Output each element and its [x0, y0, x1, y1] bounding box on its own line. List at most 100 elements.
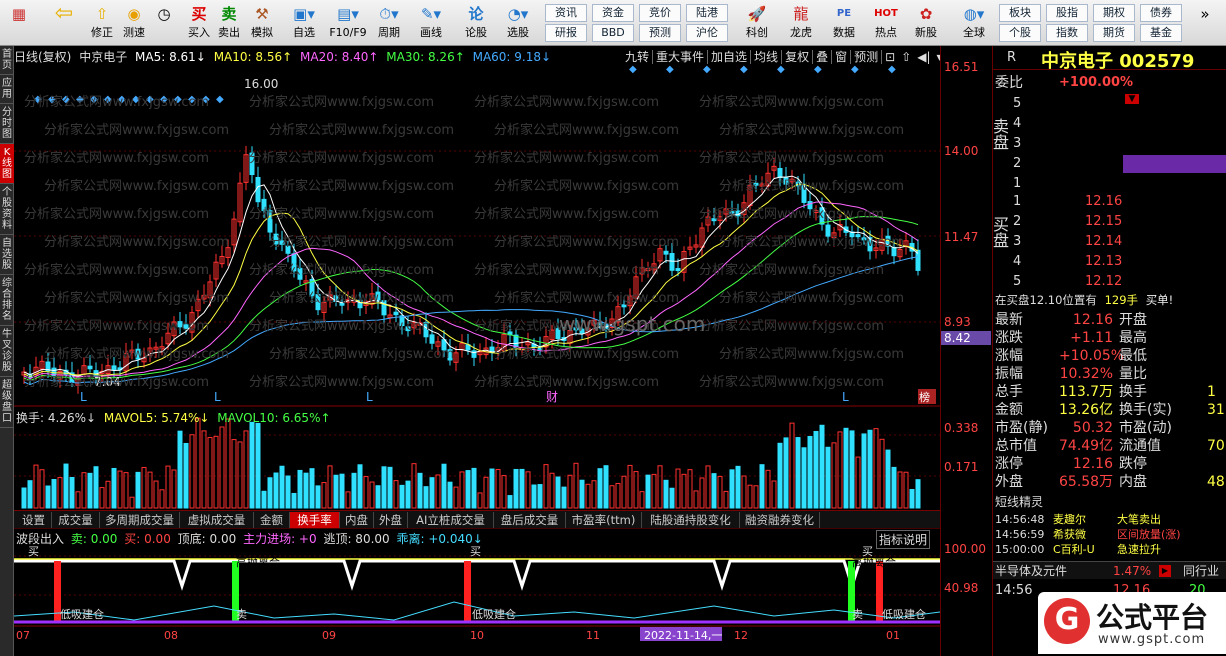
volume-bar	[537, 484, 543, 509]
indicator-explain-button[interactable]: 指标说明	[876, 530, 931, 549]
sell-label: 卖	[852, 608, 863, 621]
data-button[interactable]: PE 数据	[824, 2, 864, 44]
research-button[interactable]: 研报	[545, 24, 587, 42]
window-button[interactable]: 窗	[832, 50, 852, 64]
buy-button[interactable]: 买买入	[184, 2, 214, 44]
pen-icon: ✎▾	[420, 5, 442, 23]
sidebar-item-0[interactable]: 首页	[0, 46, 14, 75]
back-button[interactable]: ⇦	[46, 2, 82, 44]
predict-button[interactable]: 预测	[851, 50, 883, 64]
news-button[interactable]: 资讯	[545, 4, 587, 22]
sector-chevron-icon[interactable]: ▶	[1159, 565, 1171, 577]
kline-chart-svg[interactable]: ◆ ◆ ◆ ◆ ◆ ◆ ◆ ◆ ◆ ◆ ◆ ◆ ◆ ◆◆ ◆ ◆ ◆ ◆ ◆ ◆ ◆16.007.04L L L 财 L 榜买买买…	[14, 46, 940, 656]
forecast-button[interactable]: 预测	[639, 24, 681, 42]
grid-icon[interactable]: ▦	[4, 2, 34, 44]
ma-button[interactable]: 均线	[751, 50, 783, 64]
up-icon[interactable]: ⇧	[898, 50, 914, 64]
sector-row: 半导体及元件 1.47% ▶ 同行业	[993, 561, 1226, 579]
adjust-button[interactable]: 复权	[782, 50, 814, 64]
stock-title[interactable]: 中京电子 002579	[1041, 47, 1194, 73]
overlay-button[interactable]: 叠	[813, 50, 833, 64]
tab-4[interactable]: 金额	[254, 512, 290, 528]
tab-2[interactable]: 多周期成交量	[100, 512, 180, 528]
lock-icon[interactable]: ⊡	[882, 50, 898, 64]
speaker-icon[interactable]: ◀|	[914, 50, 933, 64]
bbd-button[interactable]: BBD	[592, 24, 634, 42]
tab-5[interactable]: 换手率	[290, 512, 340, 528]
kline-chart-area[interactable]: ◆ ◆ ◆ ◆ ◆ ◆ ◆ ◆ ◆ ◆ ◆ ◆ ◆ ◆ ◆ ◆ ◆ ◆ ◆ ◆ ◆ ◆ 16.00 7.04 L L L 财 L 榜买买买…	[14, 46, 940, 656]
revise-button[interactable]: ⇧ 修正	[86, 2, 118, 44]
timer-button[interactable]: ◷	[150, 2, 178, 44]
sell-button[interactable]: 卖卖出	[214, 2, 244, 44]
bonds-button[interactable]: 债券	[1140, 4, 1182, 22]
sector-name[interactable]: 半导体及元件	[995, 562, 1067, 580]
funds-button[interactable]: 资金	[592, 4, 634, 22]
fund-button[interactable]: 基金	[1140, 24, 1182, 42]
dragon-tiger-button[interactable]: 龍龙虎	[780, 2, 822, 44]
x-axis-label: 08	[164, 629, 178, 642]
sidebar-item-5[interactable]: 自选股	[0, 235, 14, 275]
shanghai-london-button[interactable]: 沪伦	[686, 24, 728, 42]
sector-button[interactable]: 板块	[999, 4, 1041, 22]
hotspot-button[interactable]: HOT 热点	[866, 2, 906, 44]
buy-level-row[interactable]: 5 12.12	[993, 274, 1226, 292]
volume-bar	[483, 476, 489, 509]
peer-button[interactable]: 同行业	[1183, 562, 1219, 580]
stock-picker-button[interactable]: ◔▾ 选股	[498, 2, 538, 44]
watchlist-button[interactable]: ▣▾ 自选	[284, 2, 324, 44]
volume-bar	[459, 471, 465, 509]
buy-level-row[interactable]: 4 12.13	[993, 254, 1226, 272]
chevron-down-icon[interactable]: ▼	[1125, 94, 1139, 104]
tab-11[interactable]: 陆股通持股变化	[642, 512, 740, 528]
stat-label-2: 换手	[1119, 384, 1147, 400]
buy-level-row[interactable]: 3 12.14	[993, 234, 1226, 252]
sidebar-item-2[interactable]: 分时图	[0, 104, 14, 144]
discuss-button[interactable]: 论论股	[458, 2, 494, 44]
tab-7[interactable]: 外盘	[374, 512, 408, 528]
major-events-button[interactable]: 重大事件	[653, 50, 709, 64]
vol-axis-top: 0.338	[944, 421, 979, 435]
stock-index-button[interactable]: 股指	[1046, 4, 1088, 22]
tab-1[interactable]: 成交量	[52, 512, 100, 528]
elf-row[interactable]: 14:56:59 希获微 区间放量(涨)	[993, 527, 1226, 542]
tab-0[interactable]: 设置	[16, 512, 52, 528]
volume-bar	[603, 465, 609, 509]
simulate-button[interactable]: ⚒ 模拟	[246, 2, 278, 44]
add-watchlist-button[interactable]: 加自选	[708, 50, 752, 64]
futures-button[interactable]: 期货	[1093, 24, 1135, 42]
f10-button[interactable]: ▤▾ F10/F9	[326, 2, 370, 44]
period-button[interactable]: ⏱▾ 周期	[370, 2, 408, 44]
auction-button[interactable]: 竞价	[639, 4, 681, 22]
index-button[interactable]: 指数	[1046, 24, 1088, 42]
stat-label: 涨停	[995, 456, 1023, 472]
tab-9[interactable]: 盘后成交量	[494, 512, 566, 528]
buy-level-row[interactable]: 1 12.16	[993, 194, 1226, 212]
stocks-button[interactable]: 个股	[999, 24, 1041, 42]
sidebar-item-6[interactable]: 综合排名	[0, 275, 14, 326]
sidebar-item-7[interactable]: 牛叉诊股	[0, 326, 14, 377]
tab-6[interactable]: 内盘	[340, 512, 374, 528]
tab-8[interactable]: AI立桩成交量	[408, 512, 494, 528]
elf-row[interactable]: 15:00:00 C百利-U 急速拉升	[993, 542, 1226, 557]
tab-3[interactable]: 虚拟成交量	[180, 512, 254, 528]
new-stock-button[interactable]: ✿ 新股	[906, 2, 946, 44]
options-button[interactable]: 期权	[1093, 4, 1135, 22]
nine-turn-button[interactable]: 九转	[622, 50, 654, 64]
star-market-button[interactable]: 🚀 科创	[736, 2, 778, 44]
elf-row[interactable]: 14:56:48 麦趣尔 大笔卖出	[993, 512, 1226, 527]
sidebar-item-3[interactable]: K线图	[0, 144, 14, 184]
tab-12[interactable]: 融资融券变化	[740, 512, 820, 528]
sidebar-item-8[interactable]: 超级盘口	[0, 377, 14, 428]
global-button[interactable]: ◍▾ 全球	[954, 2, 994, 44]
volume-bar	[225, 418, 231, 509]
sidebar-item-4[interactable]: 个股资料	[0, 184, 14, 235]
sidebar-item-1[interactable]: 应用	[0, 75, 14, 104]
stat-row: 外盘 65.58万 内盘 48	[993, 473, 1226, 491]
more-button[interactable]: »	[1190, 2, 1220, 44]
speed-test-button[interactable]: ◉ 测速	[118, 2, 150, 44]
event-marker: 财	[546, 390, 558, 404]
hk-connect-button[interactable]: 陆港	[686, 4, 728, 22]
tab-10[interactable]: 市盈率(ttm)	[566, 512, 642, 528]
draw-line-button[interactable]: ✎▾ 画线	[412, 2, 450, 44]
buy-level-row[interactable]: 2 12.15	[993, 214, 1226, 232]
